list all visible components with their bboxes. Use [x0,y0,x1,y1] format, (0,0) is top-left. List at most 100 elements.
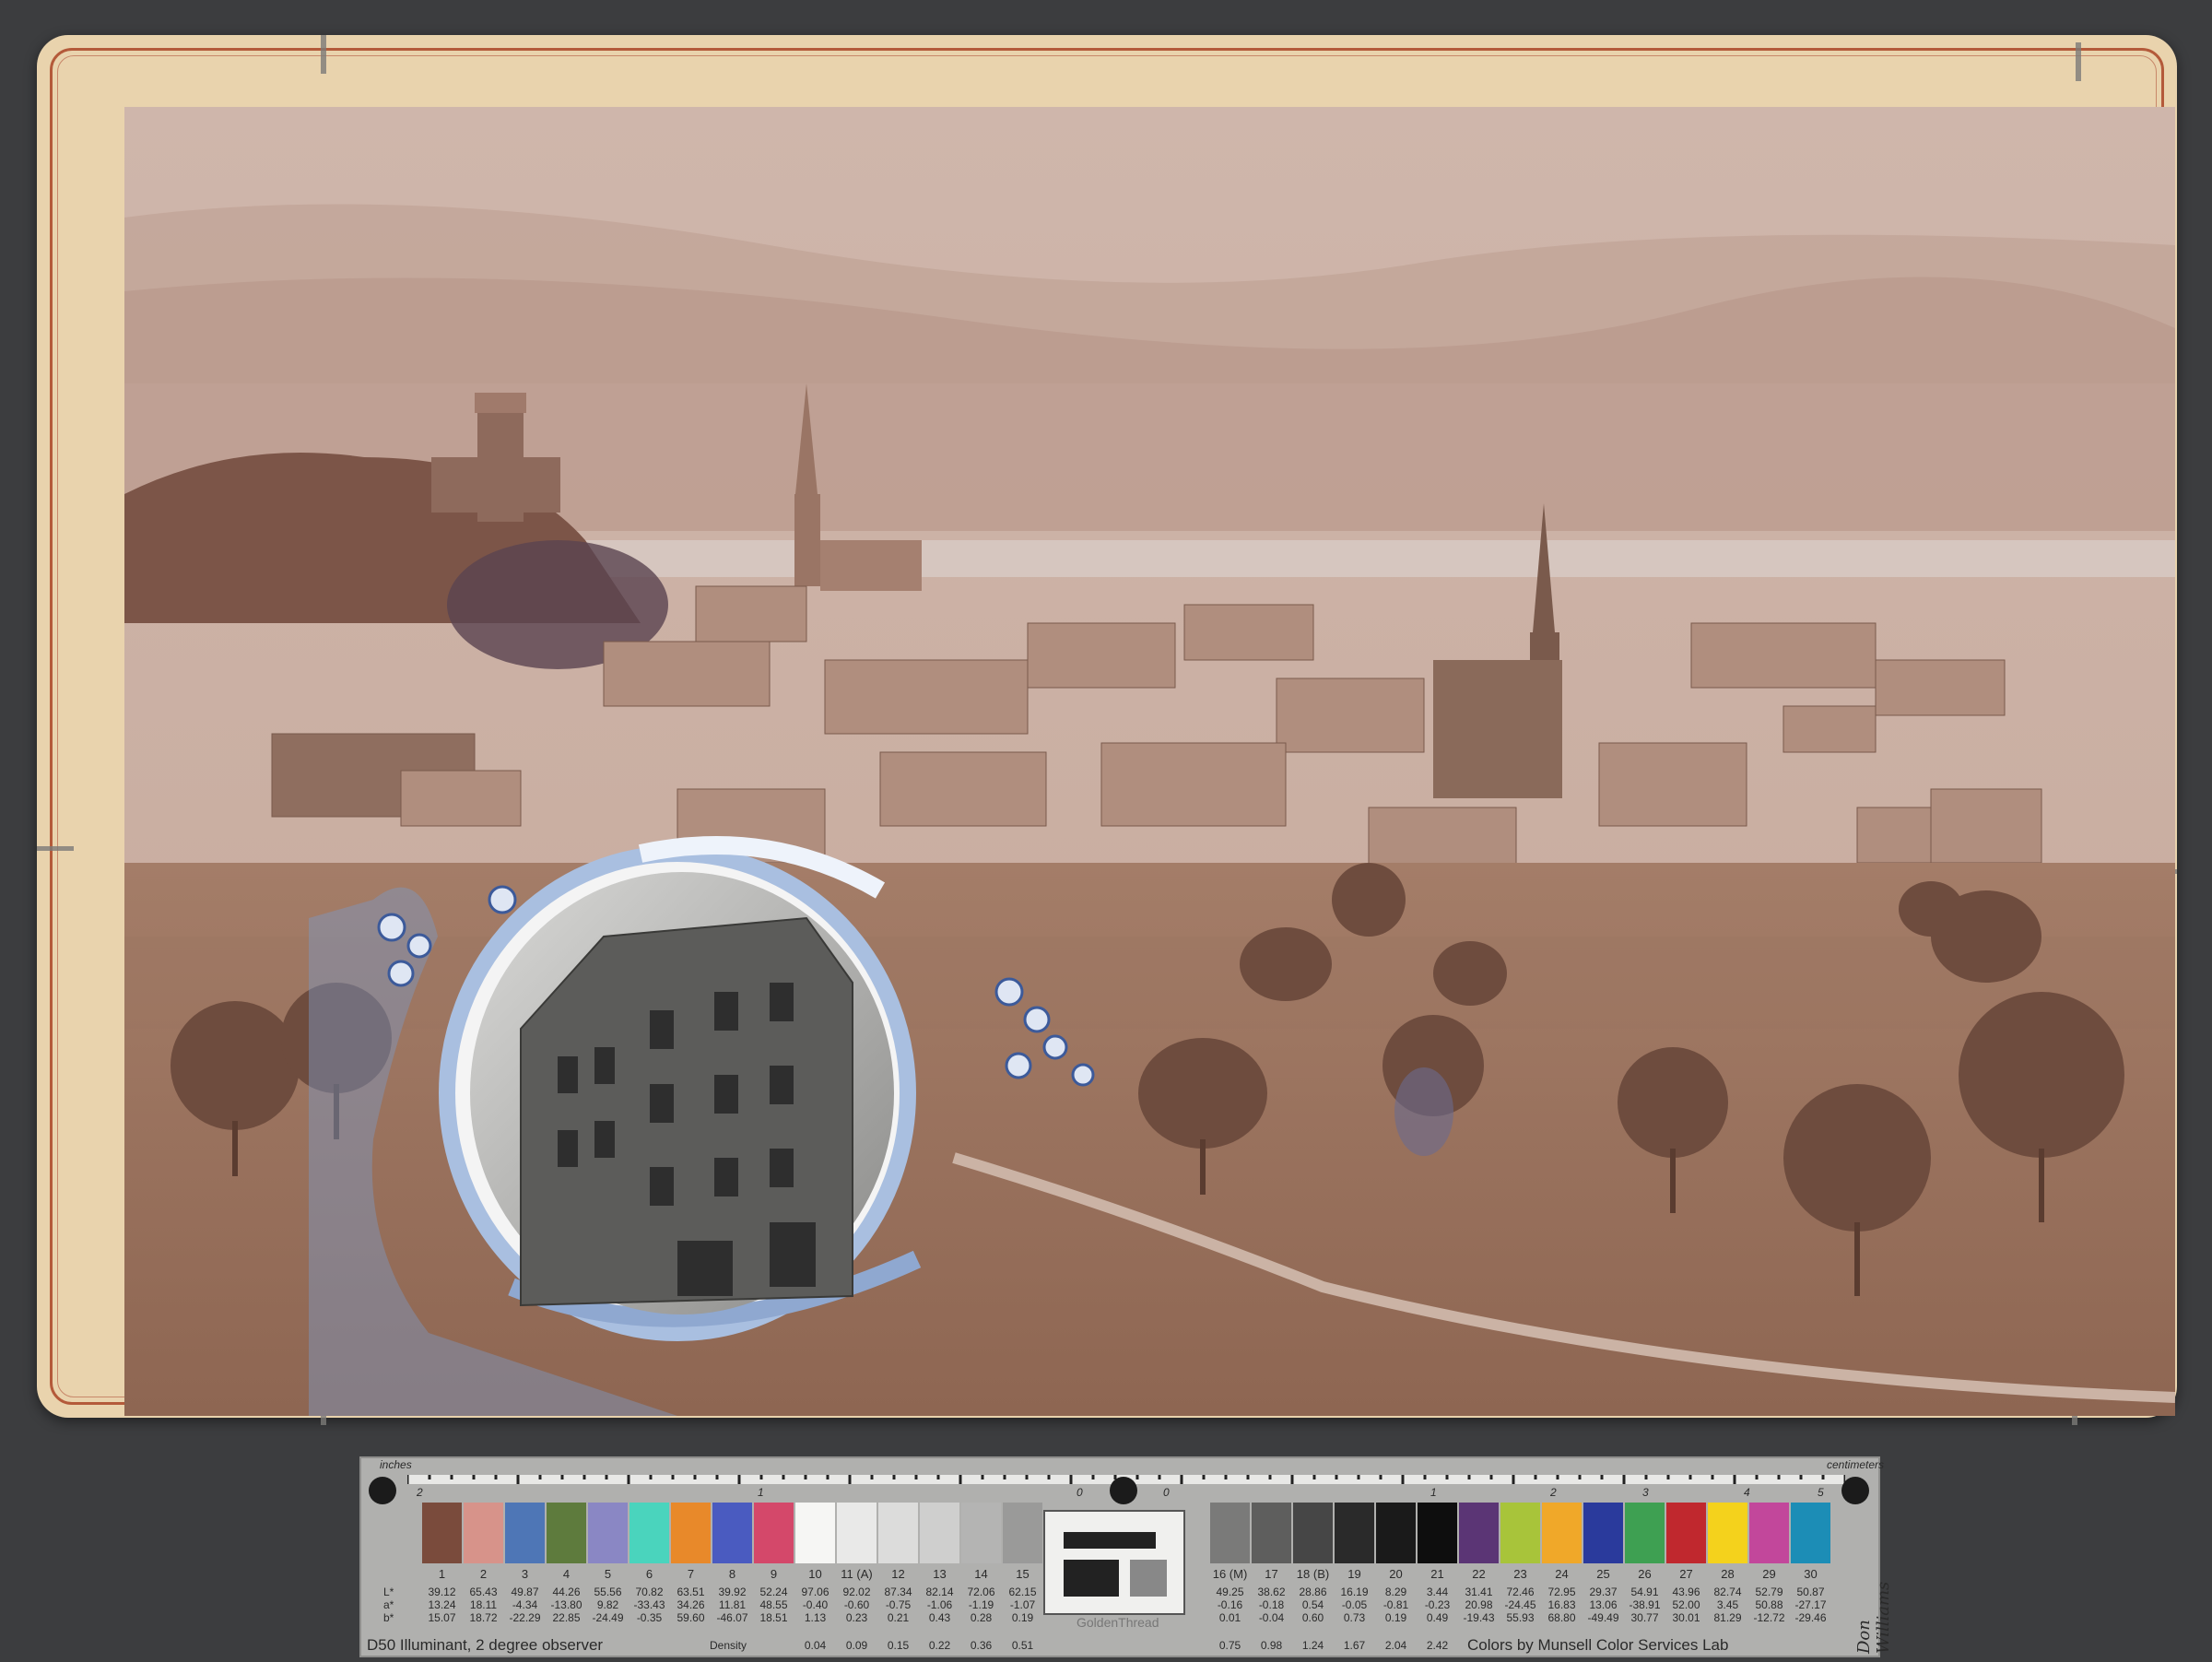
color-patch [629,1503,669,1563]
patch-lab-value: -0.60 [843,1598,870,1611]
mount-tape-mark [37,846,74,851]
patch-lab-value: -0.40 [802,1598,829,1611]
munsell-credit: Colors by Munsell Color Services Lab [1467,1636,1729,1654]
patch-lab-value: 54.91 [1630,1585,1659,1598]
patch-number: 2 [479,1567,488,1581]
color-patch [795,1503,835,1563]
patch-lab-value: 30.01 [1672,1611,1700,1624]
color-patch [505,1503,545,1563]
patch-lab-value: 0.23 [845,1611,868,1624]
patch-lab-value: 15.07 [428,1611,456,1624]
patch-lab-value: 59.60 [677,1611,705,1624]
color-patch [1625,1503,1665,1563]
patch-lab-value: -1.06 [926,1598,953,1611]
patch-lab-value: 0.21 [887,1611,910,1624]
patch-number: 8 [728,1567,736,1581]
patch-lab-value: -24.45 [1504,1598,1536,1611]
patch-lab-value: -22.29 [509,1611,541,1624]
cm-tick-label: 1 [1430,1486,1437,1499]
color-patch [1666,1503,1706,1563]
color-patch [1542,1503,1582,1563]
density-value: 0.22 [928,1639,951,1652]
patch-lab-value: 82.74 [1713,1585,1742,1598]
density-value: 0.98 [1260,1639,1283,1652]
patch-lab-value: 72.46 [1506,1585,1535,1598]
cm-tick-label: 0 [1163,1486,1170,1499]
patch-lab-value: 52.79 [1755,1585,1783,1598]
patch-lab-value: 0.01 [1218,1611,1241,1624]
patch-lab-value: 39.92 [718,1585,747,1598]
cm-tick-label: 2 [1550,1486,1557,1499]
cabinet-card [37,35,2177,1425]
patch-lab-value: -0.18 [1258,1598,1285,1611]
patch-number: 1 [438,1567,446,1581]
patch-number: 28 [1721,1567,1735,1581]
patch-lab-value: 28.86 [1299,1585,1327,1598]
patch-lab-value: 39.12 [428,1585,456,1598]
cm-tick-label: 4 [1744,1486,1750,1499]
patch-lab-value: -33.43 [633,1598,665,1611]
patch-lab-value: 0.49 [1426,1611,1449,1624]
mount-tape-mark [321,35,326,74]
color-patch [961,1503,1001,1563]
patch-number: 16 (M) [1212,1567,1248,1581]
patch-lab-value: -0.05 [1341,1598,1368,1611]
density-value: 0.36 [970,1639,993,1652]
color-patch [464,1503,503,1563]
patch-number: 5 [604,1567,612,1581]
color-patch [588,1503,628,1563]
patch-lab-value: 38.62 [1257,1585,1286,1598]
patch-lab-value: 52.00 [1672,1598,1700,1611]
patch-lab-value: 0.28 [970,1611,993,1624]
patch-lab-value: -0.81 [1382,1598,1409,1611]
patch-number: 26 [1638,1567,1652,1581]
color-patch [1418,1503,1457,1563]
color-patch [1459,1503,1499,1563]
cm-tick-label: 3 [1642,1486,1649,1499]
density-value: 0.75 [1218,1639,1241,1652]
patch-lab-value: 63.51 [677,1585,705,1598]
patch-lab-value: 49.87 [511,1585,539,1598]
color-patch [837,1503,877,1563]
color-patch [1210,1503,1250,1563]
patch-lab-value: 34.26 [677,1598,705,1611]
patch-lab-value: 31.41 [1465,1585,1493,1598]
patch-lab-value: 82.14 [925,1585,954,1598]
patch-lab-value: -0.16 [1217,1598,1243,1611]
color-patch [1376,1503,1416,1563]
patch-lab-value: -1.19 [968,1598,994,1611]
patch-lab-value: -0.75 [885,1598,912,1611]
patch-lab-value: 44.26 [552,1585,581,1598]
signature: Don Williams [1854,1581,1893,1654]
patch-lab-value: 0.19 [1384,1611,1407,1624]
patch-lab-value: -0.23 [1424,1598,1451,1611]
density-value: 0.51 [1011,1639,1034,1652]
color-calibration-target: inches centimeters 2 1 0 0 1 2 3 4 5 L* … [359,1456,1893,1657]
color-patch [1791,1503,1830,1563]
patch-number: 25 [1596,1567,1610,1581]
patch-lab-value: 9.82 [596,1598,619,1611]
patch-lab-value: -13.80 [550,1598,582,1611]
sepia-town-photograph [124,107,2175,1416]
lab-key-b: b* [383,1611,394,1624]
patch-number: 7 [687,1567,695,1581]
patch-number: 9 [770,1567,778,1581]
patch-number: 11 (A) [841,1567,873,1581]
patch-lab-value: 18.51 [759,1611,788,1624]
patch-number: 6 [645,1567,653,1581]
lab-key-L: L* [383,1585,394,1598]
patch-lab-value: -0.35 [636,1611,663,1624]
patch-lab-value: 50.87 [1796,1585,1825,1598]
patch-lab-value: -46.07 [716,1611,748,1624]
density-value: 0.04 [804,1639,827,1652]
lab-key-a: a* [383,1598,394,1611]
patch-lab-value: 72.95 [1547,1585,1576,1598]
patch-lab-value: 70.82 [635,1585,664,1598]
patch-lab-value: 29.37 [1589,1585,1618,1598]
color-patch [1252,1503,1291,1563]
patch-lab-value: 3.44 [1426,1585,1449,1598]
patch-number: 19 [1347,1567,1361,1581]
patch-lab-value: 18.72 [469,1611,498,1624]
patch-lab-value: 65.43 [469,1585,498,1598]
patch-lab-value: 11.81 [718,1598,747,1611]
